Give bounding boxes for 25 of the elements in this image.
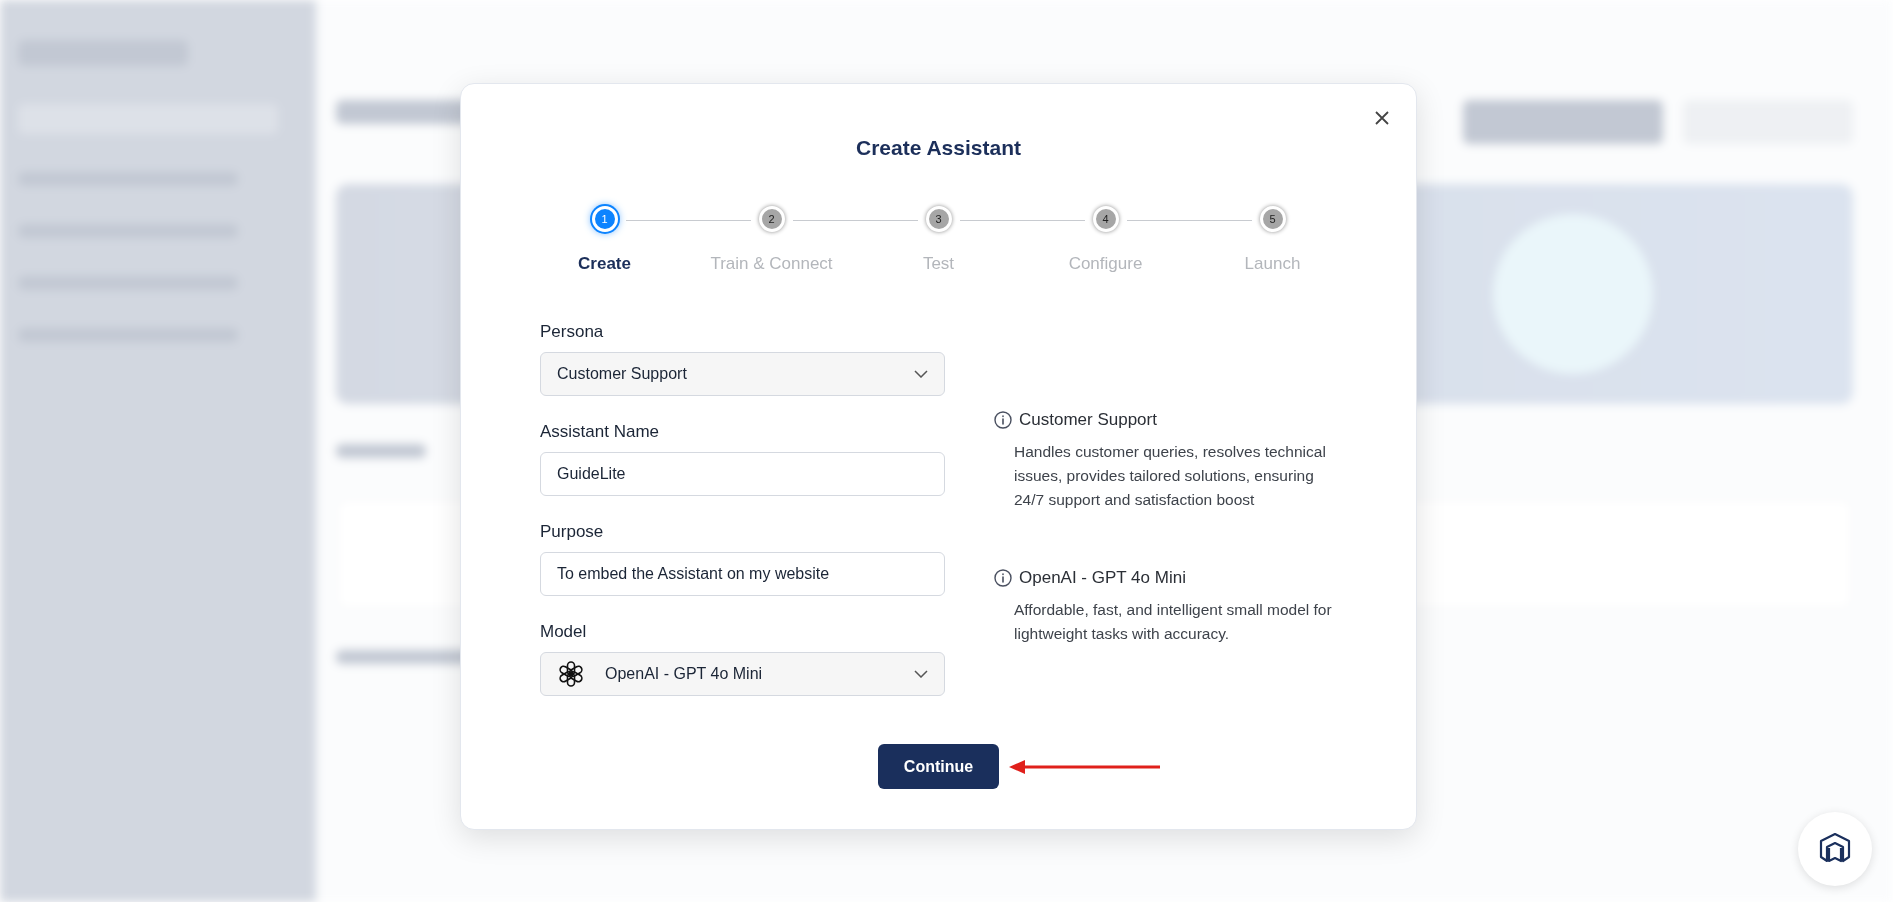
step-label: Launch <box>1244 254 1301 274</box>
field-label: Purpose <box>540 522 605 542</box>
field-label: Assistant Name <box>540 422 661 442</box>
select-field[interactable]: OpenAI - GPT 4o Mini <box>540 652 945 696</box>
field-label: Persona <box>540 322 605 342</box>
info-description: Handles customer queries, resolves technical issues, provides tailored solutions, ensuring 24/7 support and satisfaction boost <box>1014 442 1327 510</box>
step-label: Test <box>922 254 955 274</box>
step-label: Create <box>578 254 631 274</box>
continue-button[interactable]: Continue <box>877 744 1000 789</box>
step-label: Train & Connect <box>710 254 833 274</box>
select-field[interactable]: Customer Support <box>540 352 945 396</box>
step-indicator: 1 <box>591 206 618 232</box>
input-field[interactable]: GuideLite <box>540 452 945 496</box>
chevron-down-icon <box>914 670 928 678</box>
info-icon <box>994 569 1012 587</box>
chevron-down-icon <box>914 370 928 378</box>
step-label: Configure <box>1068 254 1143 274</box>
info-title: OpenAI - GPT 4o Mini <box>1019 568 1186 588</box>
field-label: Model <box>540 622 588 642</box>
input-field[interactable]: To embed the Assistant on my website <box>540 552 945 596</box>
knot-logo-icon <box>557 660 585 688</box>
info-title: Customer Support <box>1019 410 1157 430</box>
info-icon <box>994 411 1012 429</box>
info-description: Affordable, fast, and intelligent small model for lightweight tasks with accuracy. <box>1014 600 1332 644</box>
dialog-title: Create Assistant <box>856 136 1021 160</box>
